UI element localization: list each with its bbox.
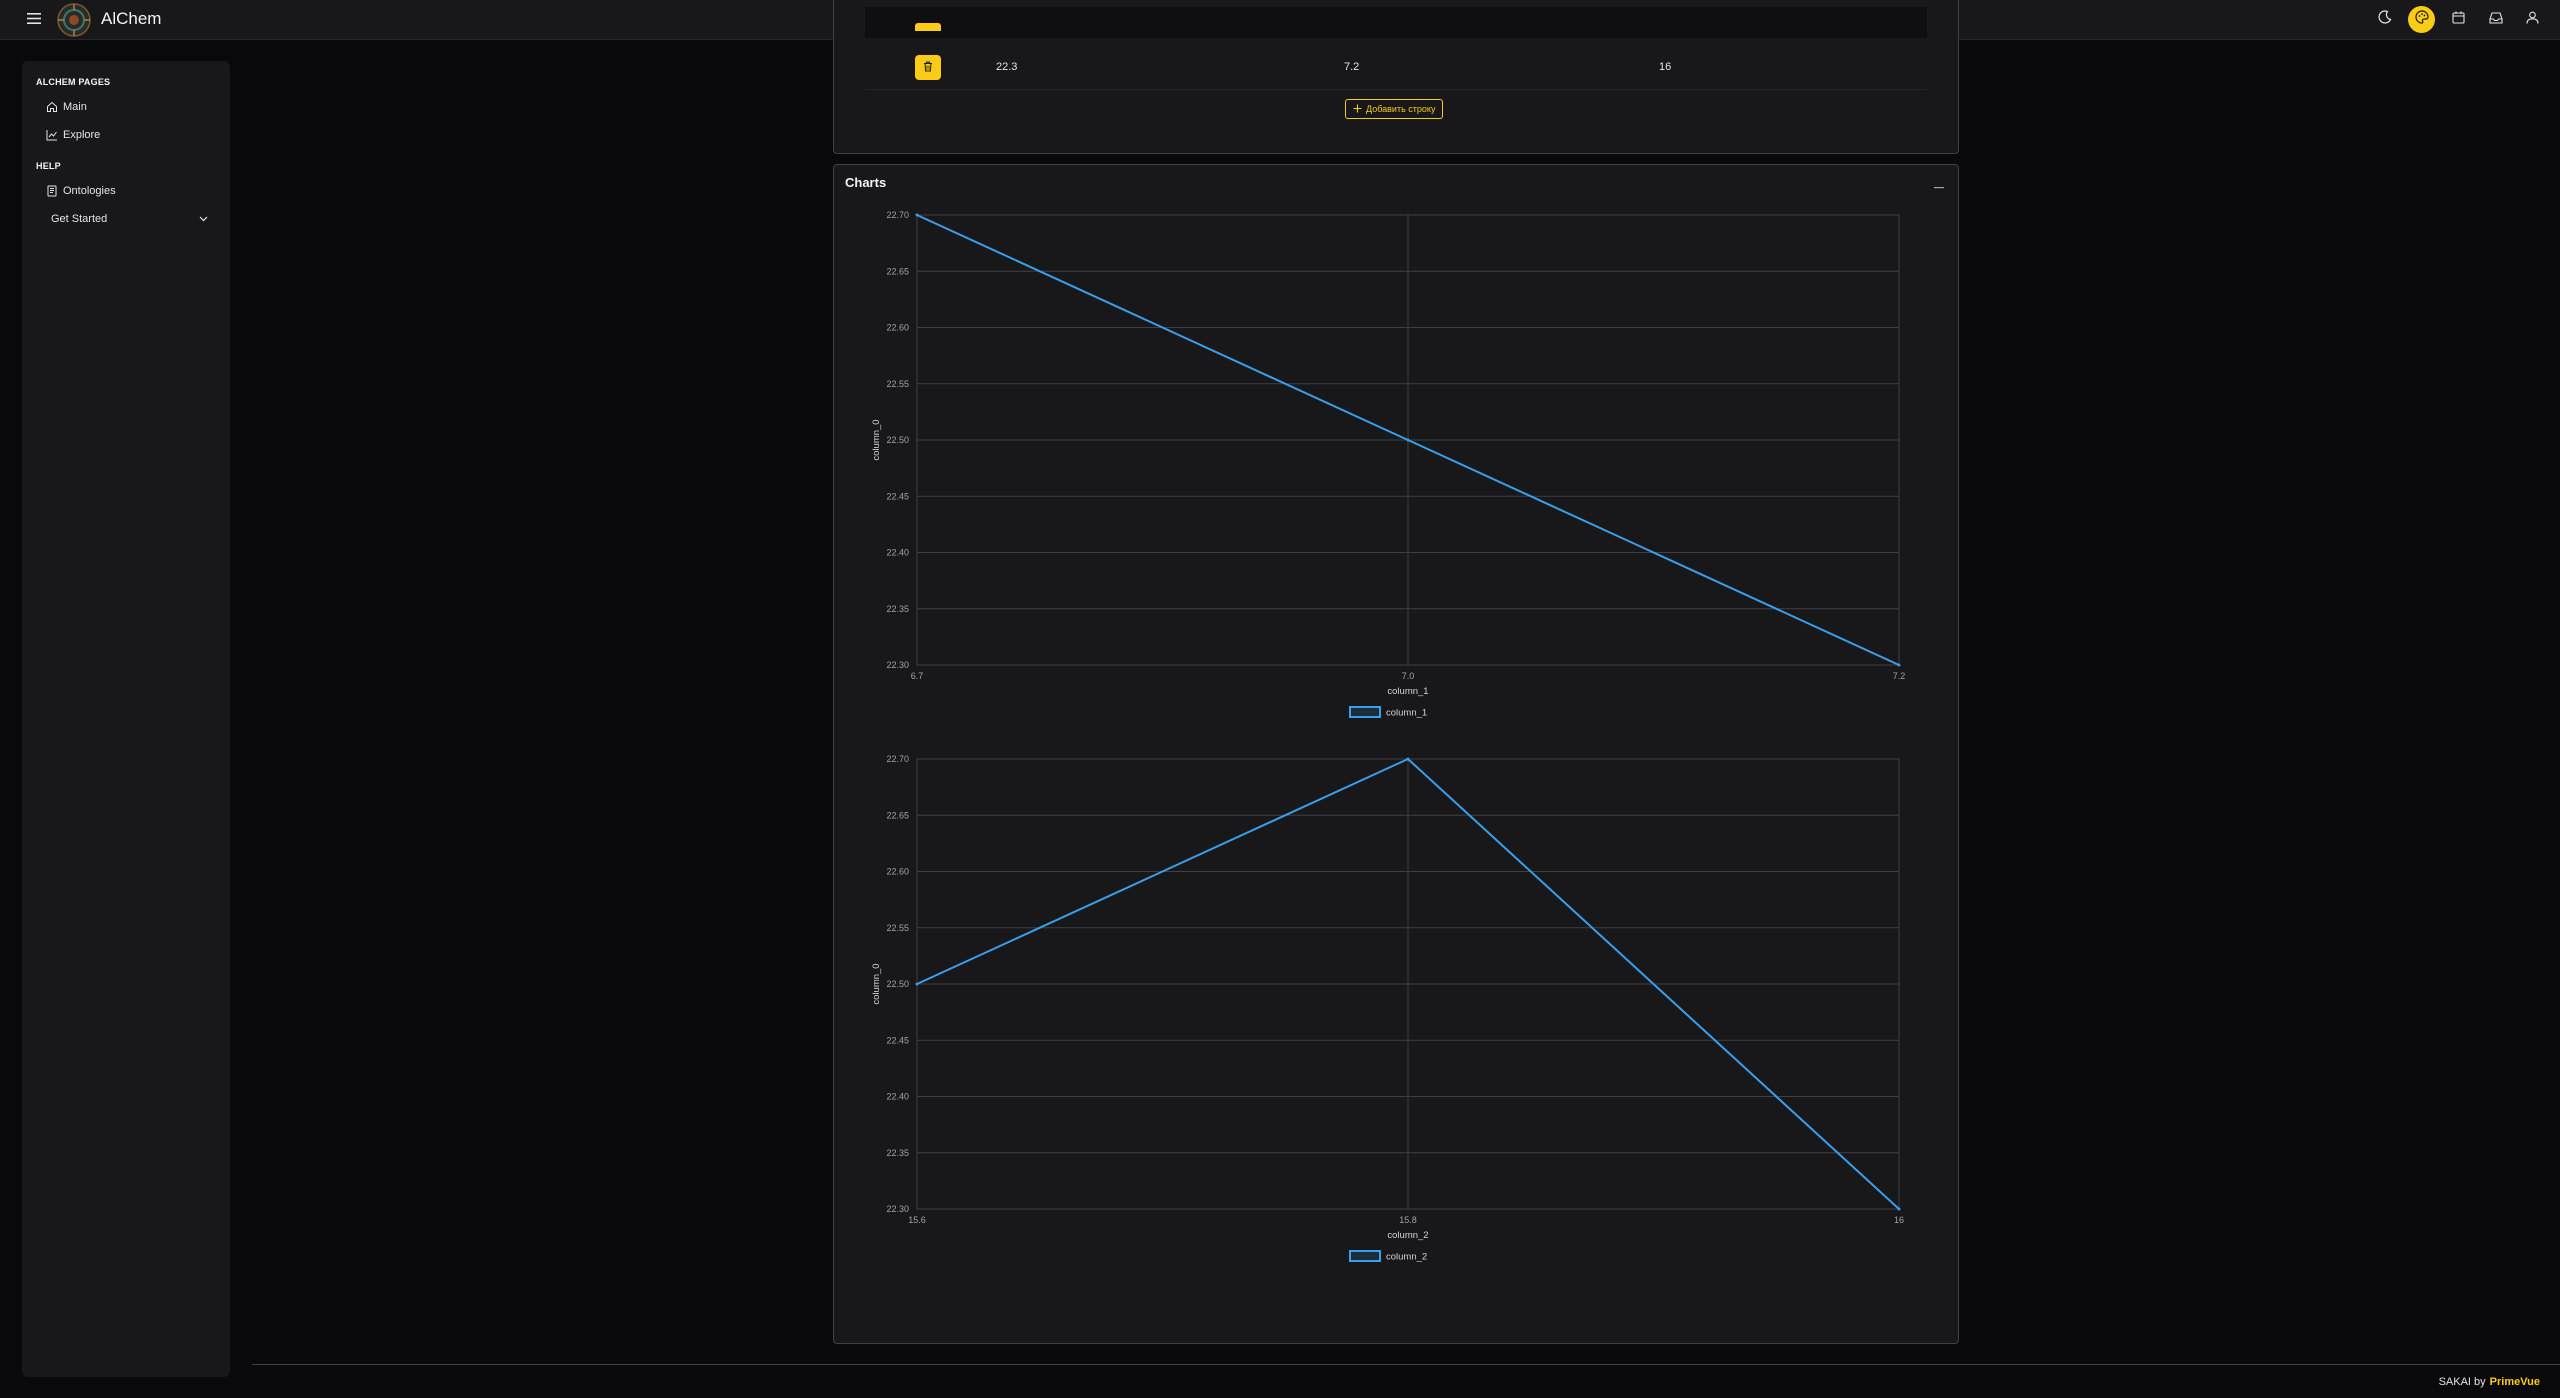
- chart-line-icon: [46, 129, 58, 141]
- y-tick-label: 22.65: [886, 266, 909, 276]
- delete-row-button[interactable]: [915, 23, 941, 31]
- line-chart-column-2: 22.30 22.35 22.40 22.45 22.50 22.55 22.60 22.65…: [871, 754, 1904, 1263]
- sidebar-item-label: Ontologies: [63, 185, 116, 197]
- hamburger-icon: [27, 11, 41, 29]
- plus-icon: [1353, 104, 1362, 115]
- table-panel: 22.3 7.2 16 Добавить строку: [833, 0, 1959, 154]
- inbox-icon: [2488, 11, 2503, 29]
- y-tick-label: 22.35: [886, 604, 909, 614]
- sidebar-section-help: HELP: [36, 161, 61, 171]
- book-icon: [46, 185, 58, 197]
- sidebar-item-main[interactable]: Main: [36, 93, 216, 121]
- legend-swatch: [1349, 1250, 1381, 1262]
- y-tick-label: 22.55: [886, 923, 909, 933]
- x-tick-label: 6.7: [911, 671, 924, 681]
- y-axis-label: column_0: [871, 419, 882, 460]
- charts-panel: Charts 22.30 22.35 22.40 22.45 22.50 22.55 22.…: [833, 164, 1959, 1344]
- x-tick-label: 7.2: [1893, 671, 1906, 681]
- add-row-button[interactable]: Добавить строку: [1345, 99, 1444, 119]
- footer: SAKAI by PrimeVue: [2439, 1376, 2540, 1388]
- dark-mode-toggle[interactable]: [2371, 6, 2398, 33]
- y-tick-label: 22.60: [886, 867, 909, 877]
- x-tick-label: 15.8: [1399, 1215, 1417, 1225]
- data-point: [915, 213, 919, 217]
- app-title[interactable]: AlChem: [101, 9, 161, 29]
- y-tick-label: 22.45: [886, 491, 909, 501]
- table-row: 22.3 7.2 16: [865, 45, 1927, 90]
- y-tick-label: 22.70: [886, 210, 909, 220]
- moon-icon: [2377, 10, 2392, 29]
- y-tick-label: 22.60: [886, 323, 909, 333]
- profile-button[interactable]: [2519, 6, 2546, 33]
- inbox-button[interactable]: [2482, 6, 2509, 33]
- sidebar-item-ontologies[interactable]: Ontologies: [36, 177, 216, 205]
- sidebar-item-explore[interactable]: Explore: [36, 121, 216, 149]
- y-tick-label: 22.55: [886, 379, 909, 389]
- y-tick-label: 22.50: [886, 435, 909, 445]
- sidebar: ALCHEM PAGES Main Explore HELP Ontologie…: [22, 61, 230, 1377]
- trash-icon: [923, 59, 933, 77]
- table-cell[interactable]: 16: [1659, 61, 1671, 73]
- data-point: [1406, 438, 1410, 442]
- chevron-down-icon: [199, 213, 208, 225]
- collapse-panel-button[interactable]: [1932, 178, 1946, 192]
- delete-row-button[interactable]: [915, 55, 941, 80]
- sidebar-item-label: Get Started: [51, 213, 108, 225]
- legend-label: column_1: [1386, 708, 1427, 719]
- y-tick-label: 22.35: [886, 1148, 909, 1158]
- table-row: [865, 7, 1927, 38]
- footer-text: SAKAI by: [2438, 1376, 2486, 1388]
- sidebar-item-label: Explore: [63, 129, 101, 141]
- x-tick-label: 16: [1894, 1215, 1904, 1225]
- table-cell[interactable]: 22.3: [996, 61, 1017, 73]
- palette-icon: [2414, 10, 2429, 29]
- x-tick-label: 7.0: [1402, 671, 1415, 681]
- y-tick-label: 22.40: [886, 548, 909, 558]
- y-tick-label: 22.50: [886, 979, 909, 989]
- menu-toggle-button[interactable]: [22, 8, 46, 32]
- y-tick-label: 22.40: [886, 1092, 909, 1102]
- line-chart-column-1: 22.30 22.35 22.40 22.45 22.50 22.55 22.60 22.65…: [871, 210, 1906, 719]
- user-icon: [2526, 11, 2539, 29]
- data-point: [915, 982, 919, 986]
- charts-panel-title: Charts: [845, 175, 887, 190]
- calendar-button[interactable]: [2445, 6, 2472, 33]
- sidebar-section-alchem-pages: ALCHEM PAGES: [36, 77, 111, 87]
- data-point: [1897, 663, 1901, 667]
- minus-icon: [1934, 176, 1944, 194]
- y-tick-label: 22.30: [886, 1204, 909, 1214]
- footer-brand-link[interactable]: PrimeVue: [2490, 1376, 2540, 1388]
- x-axis-label: column_1: [1387, 686, 1428, 697]
- footer-divider: [252, 1364, 2560, 1365]
- legend-swatch: [1349, 706, 1381, 718]
- legend-label: column_2: [1386, 1252, 1427, 1263]
- theme-configurator-button[interactable]: [2408, 6, 2435, 33]
- y-tick-label: 22.70: [886, 754, 909, 764]
- data-point: [1406, 757, 1410, 761]
- calendar-icon: [2452, 11, 2465, 29]
- topbar-actions: [2371, 6, 2546, 33]
- data-point: [1897, 1207, 1901, 1211]
- x-axis-label: column_2: [1387, 1230, 1428, 1241]
- sidebar-item-label: Main: [63, 101, 87, 113]
- y-tick-label: 22.30: [886, 660, 909, 670]
- y-axis-label: column_0: [871, 963, 882, 1004]
- add-row-label: Добавить строку: [1366, 104, 1436, 114]
- app-logo[interactable]: [56, 2, 92, 38]
- y-tick-label: 22.45: [886, 1035, 909, 1045]
- table-cell[interactable]: 7.2: [1344, 61, 1359, 73]
- home-icon: [46, 101, 58, 113]
- sidebar-item-get-started[interactable]: Get Started: [36, 205, 216, 233]
- y-tick-label: 22.65: [886, 810, 909, 820]
- x-tick-label: 15.6: [908, 1215, 926, 1225]
